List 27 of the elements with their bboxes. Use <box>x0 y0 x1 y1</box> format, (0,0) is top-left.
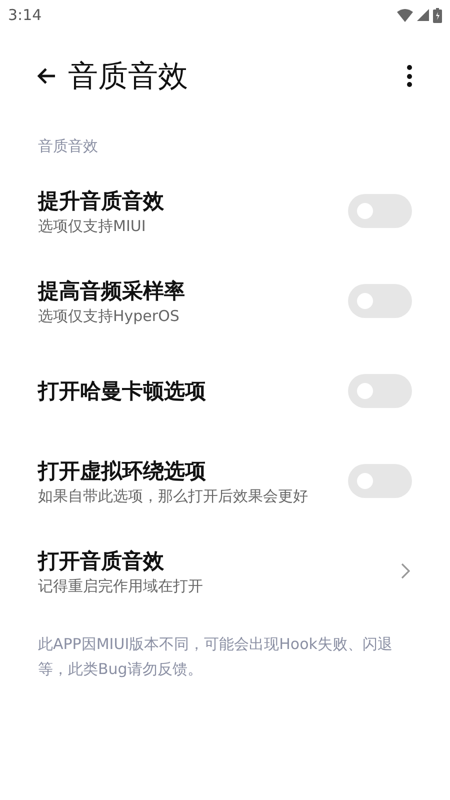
signal-icon <box>417 9 429 21</box>
back-arrow-icon <box>36 67 56 85</box>
row-title: 打开音质音效 <box>38 548 165 575</box>
row-title: 提升音质音效 <box>38 188 165 215</box>
toggle-switch[interactable] <box>348 374 412 408</box>
battery-icon <box>433 8 442 22</box>
row-title: 提高音频采样率 <box>38 278 186 305</box>
page-title: 音质音效 <box>68 58 189 96</box>
row-title: 打开虚拟环绕选项 <box>38 458 207 485</box>
toggle-switch[interactable] <box>348 194 412 228</box>
toggle-switch[interactable] <box>348 284 412 318</box>
settings-row[interactable]: 打开音质音效 记得重启完作用域在打开 <box>0 526 450 616</box>
row-subtitle: 记得重启完作用域在打开 <box>38 576 204 596</box>
section-header: 音质音效 <box>38 137 98 155</box>
row-title: 打开哈曼卡顿选项 <box>38 378 207 405</box>
warning-note: 此APP因MIUI版本不同，可能会出现Hook失败、闪退等，此类Bug请勿反馈。 <box>37 634 394 680</box>
wifi-icon <box>397 8 413 22</box>
settings-row[interactable]: 打开哈曼卡顿选项 <box>0 346 450 436</box>
status-time: 3:14 <box>8 4 42 26</box>
row-subtitle: 选项仅支持HyperOS <box>38 306 180 326</box>
row-subtitle: 如果自带此选项，那么打开后效果会更好 <box>38 486 309 506</box>
settings-row[interactable]: 提升音质音效 选项仅支持MIUI <box>0 166 450 256</box>
chevron-right-icon <box>400 563 410 579</box>
settings-row[interactable]: 打开虚拟环绕选项 如果自带此选项，那么打开后效果会更好 <box>0 436 450 526</box>
settings-row[interactable]: 提高音频采样率 选项仅支持HyperOS <box>0 256 450 346</box>
toggle-switch[interactable] <box>348 464 412 498</box>
row-subtitle: 选项仅支持MIUI <box>38 216 147 236</box>
